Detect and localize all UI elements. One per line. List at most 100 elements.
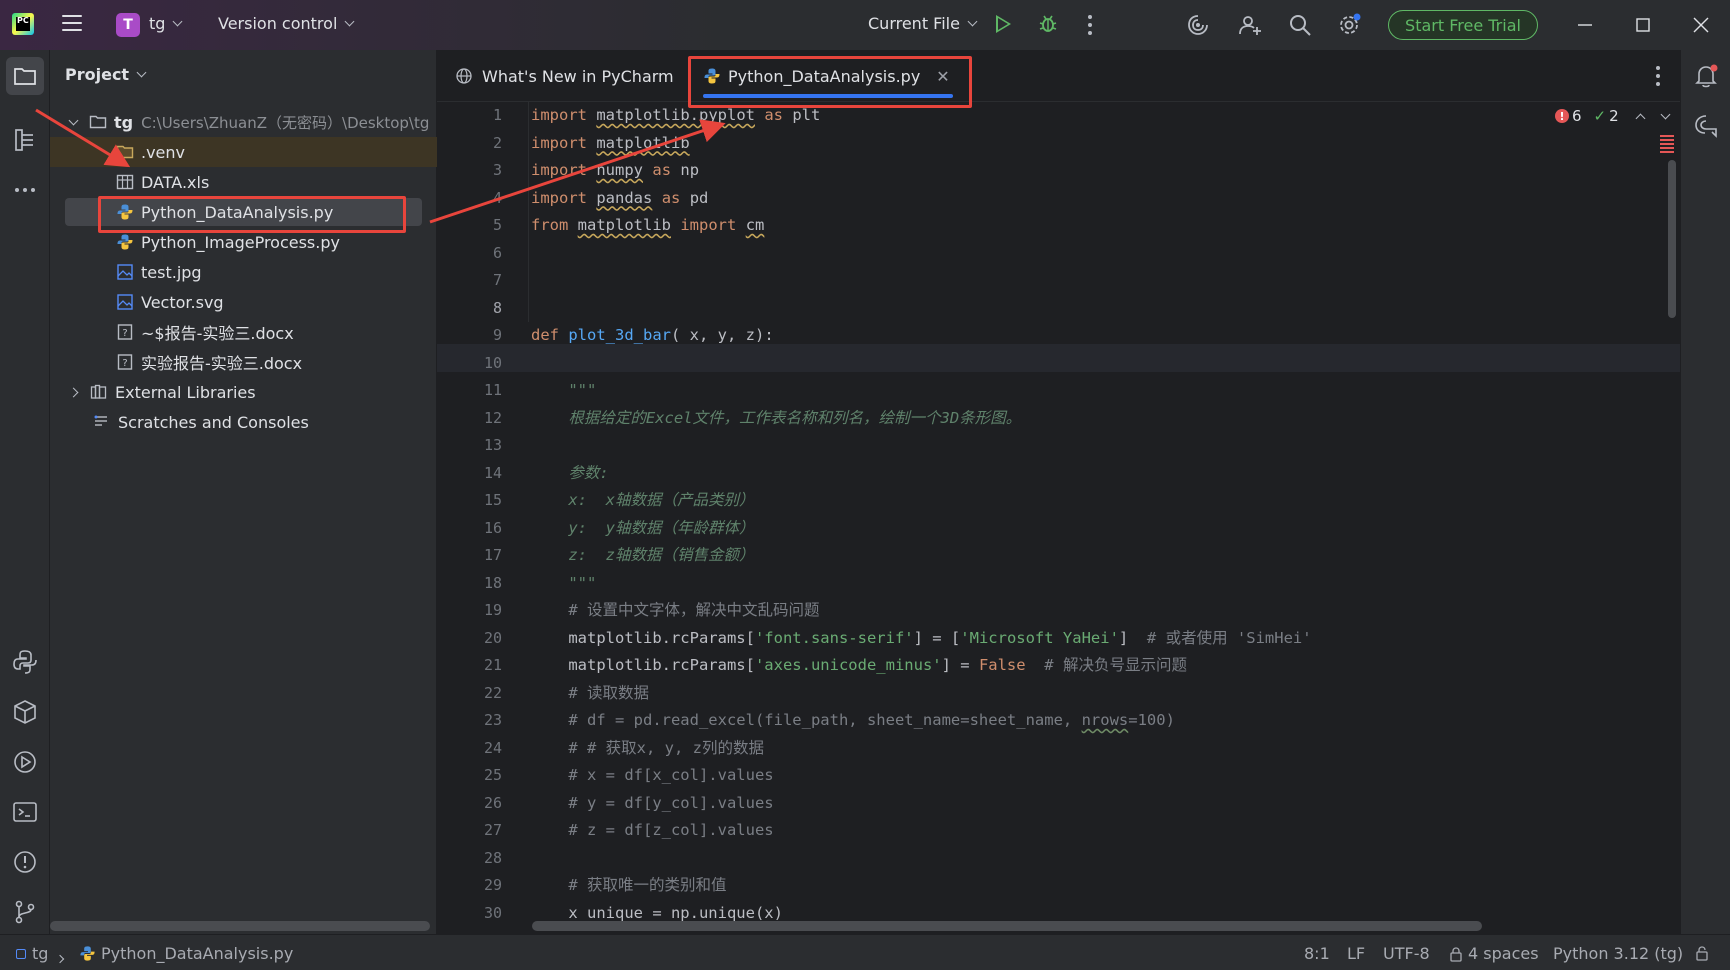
line-number[interactable]: 15 (437, 487, 522, 515)
error-stripe-marker[interactable] (1660, 135, 1674, 153)
line-number[interactable]: 3 (437, 157, 522, 185)
add-user-icon[interactable] (1238, 13, 1262, 37)
line-number[interactable]: 20 (437, 625, 522, 653)
project-panel-scrollbar[interactable] (50, 921, 430, 931)
chevron-right-icon[interactable] (68, 387, 79, 397)
line-number[interactable]: 24 (437, 735, 522, 763)
status-breadcrumb-file[interactable]: Python_DataAnalysis.py (79, 944, 293, 963)
project-tree: tg C:\Users\ZhuanZ（无密码）\Desktop\tg .venv… (50, 107, 437, 437)
tree-item-venv[interactable]: .venv (50, 137, 437, 167)
line-number-gutter[interactable]: 1 2 3 4 5 6 7 8 9 10 11 12 13 14 15 16 17 18 19 20 21 22 23 24 2… (437, 102, 522, 927)
inspection-widget[interactable]: ! 6 ✓ 2 (1555, 107, 1671, 125)
line-number[interactable]: 17 (437, 542, 522, 570)
tree-root-row[interactable]: tg C:\Users\ZhuanZ（无密码）\Desktop\tg (50, 107, 437, 137)
maximize-icon[interactable] (1632, 14, 1654, 36)
line-number[interactable]: 10 (437, 350, 522, 378)
line-number[interactable]: 28 (437, 845, 522, 873)
run-config-selector[interactable]: Current File (868, 14, 978, 33)
git-branch-icon[interactable] (11, 898, 39, 926)
more-tools-icon[interactable] (11, 176, 39, 204)
line-number[interactable]: 12 (437, 405, 522, 433)
version-control-menu[interactable]: Version control (218, 14, 355, 33)
chevron-down-icon[interactable] (1660, 109, 1671, 119)
close-window-icon[interactable] (1690, 14, 1712, 36)
more-actions-icon[interactable] (1088, 15, 1092, 39)
status-indent[interactable]: 4 spaces (1448, 944, 1539, 963)
tree-item-vector-svg[interactable]: Vector.svg (50, 287, 437, 317)
status-interpreter[interactable]: Python 3.12 (tg) (1553, 944, 1683, 963)
editor-horizontal-scrollbar[interactable] (532, 921, 1482, 931)
project-badge[interactable]: T (116, 13, 140, 37)
line-number[interactable]: 18 (437, 570, 522, 598)
chevron-up-icon[interactable] (1635, 113, 1646, 123)
structure-icon[interactable] (11, 126, 39, 154)
chevron-down-icon (136, 67, 147, 77)
chevron-down-icon[interactable] (68, 115, 79, 125)
start-free-trial-button[interactable]: Start Free Trial (1388, 10, 1538, 40)
tree-item-data-xls[interactable]: DATA.xls (50, 167, 437, 197)
line-number[interactable]: 9 (437, 322, 522, 350)
line-number[interactable]: 4 (437, 185, 522, 213)
line-number[interactable]: 16 (437, 515, 522, 543)
line-number[interactable]: 13 (437, 432, 522, 460)
tree-item-scratches[interactable]: Scratches and Consoles (50, 407, 437, 437)
line-number[interactable]: 1 (437, 102, 522, 130)
main-menu-icon[interactable] (62, 15, 82, 33)
tree-item-report-docx[interactable]: ? 实验报告-实验三.docx (50, 347, 437, 377)
comment-line: # df = pd.read_excel(file_path, sheet_na… (531, 707, 1631, 735)
problems-icon[interactable] (11, 848, 39, 876)
line-number[interactable]: 19 (437, 597, 522, 625)
line-number[interactable]: 21 (437, 652, 522, 680)
comment-line: # # 获取x, y, z列的数据 (531, 738, 764, 757)
status-caret-position[interactable]: 8:1 (1304, 944, 1330, 963)
status-project[interactable]: tg (16, 944, 48, 963)
tab-options-icon[interactable] (1656, 66, 1660, 90)
code-line: def plot_3d_bar( x, y, z): (531, 322, 1631, 350)
services-run-icon[interactable] (11, 748, 39, 776)
line-number[interactable]: 23 (437, 707, 522, 735)
line-number[interactable]: 6 (437, 240, 522, 268)
ai-chat-icon[interactable] (1692, 112, 1720, 140)
tab-whats-new[interactable]: What's New in PyCharm (455, 50, 674, 102)
code-area[interactable]: import matplotlib.pyplot as plt import m… (531, 102, 1631, 927)
tree-item-temp-docx[interactable]: ? ~$报告-实验三.docx (50, 317, 437, 347)
code-line: from matplotlib import cm (531, 212, 1631, 240)
project-panel-header[interactable]: Project (65, 65, 147, 84)
read-only-lock-icon[interactable] (1694, 945, 1710, 961)
line-number[interactable]: 2 (437, 130, 522, 158)
comment: # df = pd.read_excel(file_path, sheet_na… (531, 711, 1082, 729)
line-number[interactable]: 27 (437, 817, 522, 845)
module-name: matplotlib (596, 133, 690, 152)
line-number[interactable]: 26 (437, 790, 522, 818)
python-packages-icon[interactable] (11, 698, 39, 726)
error-icon: ! (1555, 109, 1569, 123)
project-folder-icon[interactable] (6, 57, 44, 95)
line-number[interactable]: 7 (437, 267, 522, 295)
line-number[interactable]: 14 (437, 460, 522, 488)
run-icon[interactable] (996, 15, 1011, 33)
line-number[interactable]: 29 (437, 872, 522, 900)
status-encoding[interactable]: UTF-8 (1383, 944, 1430, 963)
terminal-icon[interactable] (11, 798, 39, 826)
notifications-bell-icon[interactable] (1692, 62, 1720, 90)
line-number[interactable]: 11 (437, 377, 522, 405)
pycharm-logo-icon[interactable]: PC (12, 13, 34, 35)
line-number[interactable]: 30 (437, 900, 522, 928)
project-selector[interactable]: tg (149, 14, 183, 33)
tree-item-external-libraries[interactable]: External Libraries (50, 377, 437, 407)
ai-assistant-icon[interactable] (1186, 13, 1210, 37)
search-icon[interactable] (1288, 13, 1312, 37)
status-line-separator[interactable]: LF (1347, 944, 1365, 963)
tree-item-label: .venv (141, 142, 186, 162)
settings-gear-icon[interactable] (1337, 13, 1361, 37)
comment-line: # 读取数据 (531, 683, 649, 702)
line-number[interactable]: 25 (437, 762, 522, 790)
editor-vertical-scrollbar[interactable] (1668, 160, 1676, 318)
tree-item-test-jpg[interactable]: test.jpg (50, 257, 437, 287)
line-number[interactable]: 5 (437, 212, 522, 240)
debug-bug-icon[interactable] (1038, 14, 1058, 34)
python-console-icon[interactable] (11, 648, 39, 676)
minimize-icon[interactable] (1574, 14, 1596, 36)
line-number[interactable]: 8 (437, 295, 522, 323)
line-number[interactable]: 22 (437, 680, 522, 708)
